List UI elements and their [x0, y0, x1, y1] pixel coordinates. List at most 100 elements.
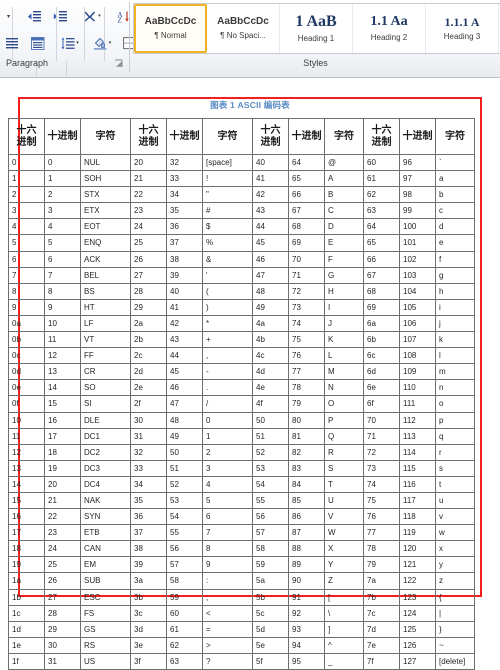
table-cell: DLE [80, 411, 131, 429]
table-row: 18 24 CAN 38 56 8 58 88 X 78 120 x [8, 540, 475, 558]
table-cell: F [324, 250, 364, 268]
style-item-heading-1[interactable]: 1 AaB Heading 1 [280, 4, 353, 53]
table-cell: g [435, 266, 475, 284]
table-cell: 7f [363, 652, 400, 670]
table-cell: ^ [324, 636, 364, 654]
table-cell: 10 [44, 314, 81, 333]
table-cell: 53 [252, 459, 289, 477]
table-cell: HT [80, 298, 131, 316]
table-cell: 3e [130, 636, 167, 654]
table-cell: Q [324, 427, 364, 445]
table-cell: 61 [166, 620, 203, 638]
table-row: 0b 11 VT 2b 43 +4b 75 K 6b 107 k [8, 331, 475, 349]
column-header-1: 十进制 [44, 118, 81, 155]
table-row: 13 19 DC3 33 51 3 53 83 S 73 115 s [8, 459, 475, 477]
table-cell: 51 [166, 459, 203, 477]
table-cell: ) [202, 298, 253, 316]
table-cell: 7 [44, 266, 81, 284]
table-cell: GS [80, 620, 131, 638]
column-header-2: 字符 [80, 118, 131, 155]
style-item-no-spacing[interactable]: AaBbCcDc ¶ No Spaci... [207, 4, 280, 53]
table-cell: 1e [8, 636, 45, 654]
table-cell: 123 [399, 588, 436, 606]
table-cell: 36 [166, 218, 203, 236]
style-item-heading-3[interactable]: 1.1.1 A Heading 3 [426, 4, 499, 53]
table-cell: VT [80, 331, 131, 349]
table-cell: 77 [363, 524, 400, 542]
table-cell: 83 [288, 459, 325, 477]
table-row: 0d 13 CR 2d 45-4d 77 M 6d 109 m [8, 363, 475, 381]
table-row: 17 23 ETB 37 55 7 57 87 W 77 119 w [8, 524, 475, 542]
styles-group: AaBbCcDc ¶ Normal AaBbCcDc ¶ No Spaci...… [131, 0, 500, 77]
table-cell: SO [80, 379, 131, 397]
table-cell: ; [202, 588, 253, 606]
table-cell: 86 [288, 508, 325, 526]
table-cell: 64 [288, 153, 325, 172]
table-cell: 5c [252, 604, 289, 622]
table-cell: k [435, 331, 475, 349]
styles-gallery[interactable]: AaBbCcDc ¶ Normal AaBbCcDc ¶ No Spaci...… [133, 3, 500, 54]
style-item-heading-2[interactable]: 1.1 Aa Heading 2 [353, 4, 426, 53]
table-cell: 0b [8, 331, 45, 349]
table-row: 1 1 SOH 21 33! 41 65 A 61 97 a [8, 170, 475, 188]
table-cell: W [324, 524, 364, 542]
table-row: 11 17 DC1 31 49 1 51 81 Q 71 113 q [8, 427, 475, 445]
table-cell: 17 [8, 524, 45, 542]
table-row: 3 3 ETX 23 35 #43 67 C 63 99 c [8, 202, 475, 220]
table-row: 12 18 DC2 32 50 2 52 82 R 72 114 r [8, 443, 475, 461]
table-cell: 0a [8, 314, 45, 333]
table-cell: 47 [252, 266, 289, 284]
distributed-align-icon[interactable] [26, 32, 50, 56]
table-cell: v [435, 508, 475, 526]
table-cell: 4 [8, 218, 45, 236]
table-cell: 0 [202, 411, 253, 429]
table-cell: 96 [399, 153, 436, 172]
table-cell: o [435, 395, 475, 413]
align-justify-icon[interactable] [0, 32, 24, 56]
table-cell: 11 [44, 331, 81, 349]
table-cell: M [324, 363, 364, 381]
table-cell: 40 [166, 282, 203, 300]
table-cell: 5b [252, 588, 289, 606]
increase-indent-icon[interactable] [48, 5, 72, 29]
document-canvas: 图表 1 ASCII 编码表 十六 进制 十进制 字符 十六 进制 十进制 字符 十六 进制 十进制… [0, 78, 500, 670]
decrease-indent-icon[interactable] [22, 5, 46, 29]
line-and-paragraph-spacing-icon[interactable]: ▾ [58, 32, 82, 56]
table-cell: 3a [130, 572, 167, 590]
table-cell: \ [324, 604, 364, 622]
table-cell: 68 [288, 218, 325, 236]
table-cell: ` [435, 153, 475, 172]
table-cell: 40 [252, 153, 289, 172]
table-cell: 75 [363, 491, 400, 510]
table-cell: * [202, 314, 253, 333]
table-cell: 28 [130, 282, 167, 300]
table-cell: G [324, 266, 364, 284]
table-cell: ] [324, 620, 364, 638]
table-cell: A [324, 170, 364, 188]
table-cell: 27 [130, 266, 167, 284]
table-cell: SYN [80, 508, 131, 526]
svg-text:Z: Z [117, 17, 121, 24]
table-cell: 50 [166, 443, 203, 461]
table-cell: 14 [44, 379, 81, 397]
table-cell: 56 [252, 508, 289, 526]
table-cell: 1a [8, 572, 45, 590]
paragraph-dialog-launcher-icon[interactable] [114, 59, 123, 68]
table-cell: U [324, 491, 364, 510]
table-cell: NAK [80, 491, 131, 510]
table-cell: 82 [288, 443, 325, 461]
table-cell: ETB [80, 524, 131, 542]
table-cell: 78 [363, 540, 400, 558]
table-row: 1e 30 RS 3e 62 >5e 94 ^ 7e 126 ~ [8, 636, 475, 654]
style-item-normal[interactable]: AaBbCcDc ¶ Normal [134, 4, 207, 53]
table-cell: 62 [166, 636, 203, 654]
table-cell: 68 [363, 282, 400, 300]
table-cell: e [435, 234, 475, 252]
table-cell: & [202, 250, 253, 268]
table-cell: T [324, 475, 364, 493]
shading-icon[interactable]: ▾ [90, 32, 114, 56]
table-cell: EOT [80, 218, 131, 236]
table-cell: 50 [252, 411, 289, 429]
table-row: 8 8 BS 28 40(48 72 H 68 104 h [8, 282, 475, 300]
table-row: 1a 26 SUB 3a 58:5a 90 Z 7a 122 z [8, 572, 475, 590]
